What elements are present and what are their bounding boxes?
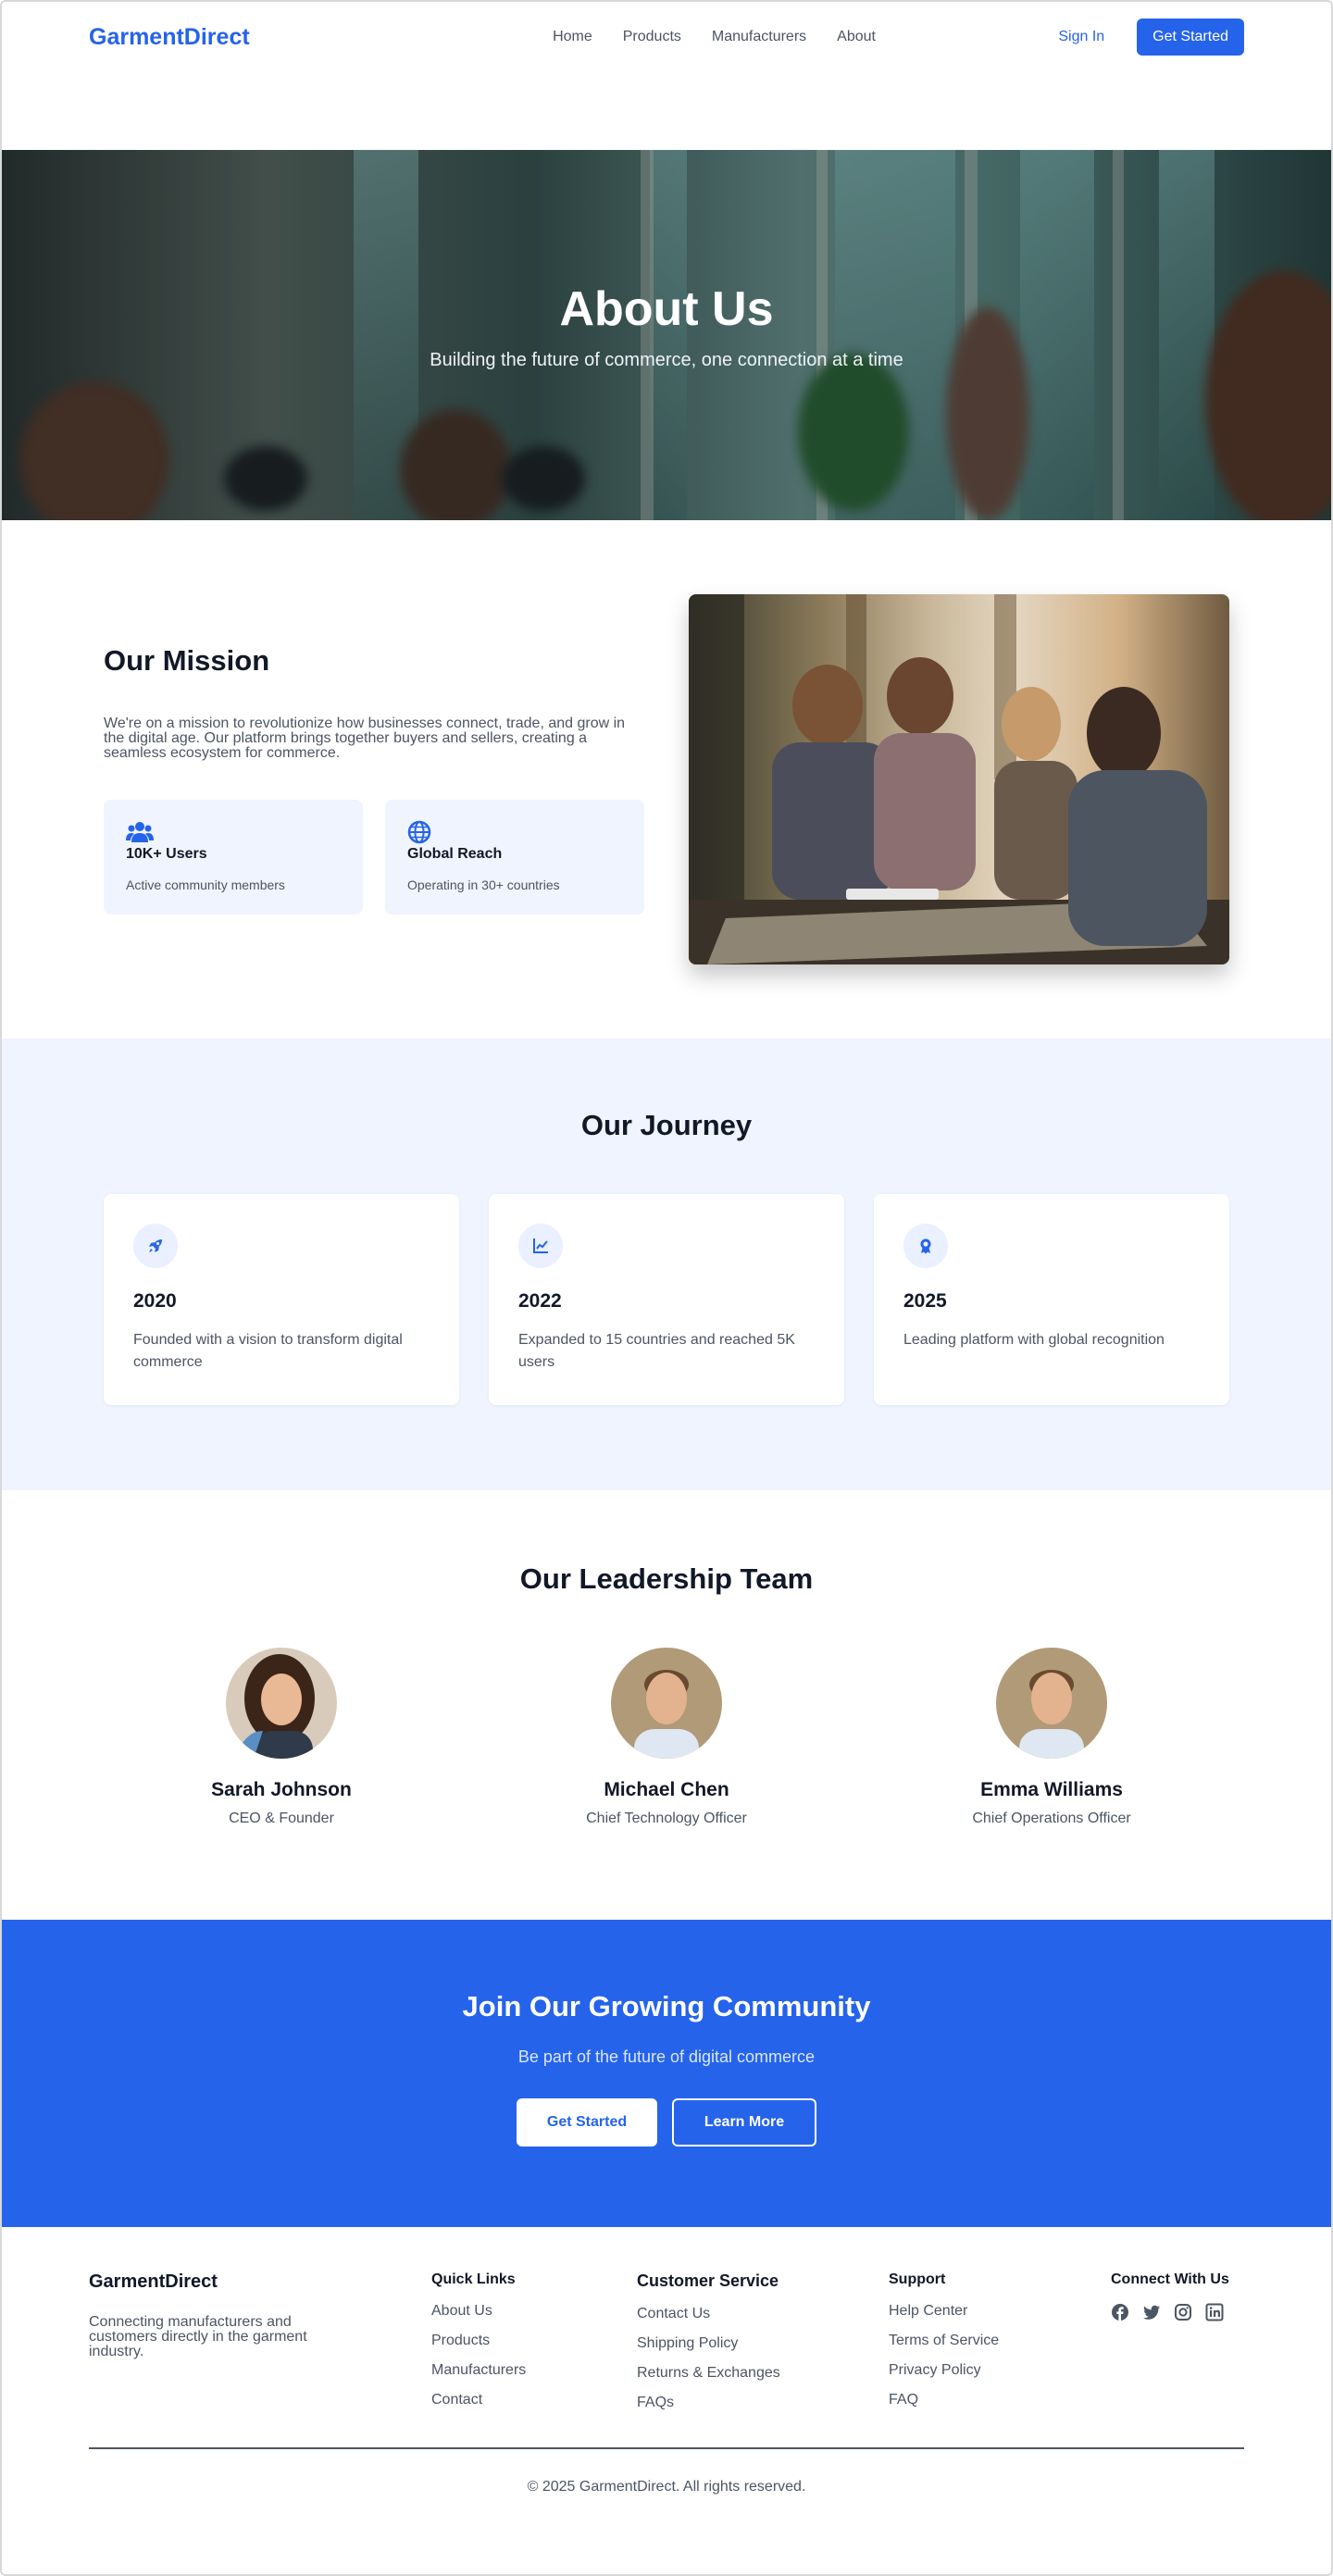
footer-link-privacy[interactable]: Privacy Policy (889, 2362, 1111, 2378)
journey-title: Our Journey (580, 1109, 753, 1141)
footer-heading: Quick Links (431, 2271, 516, 2287)
journey-year: 2025 (903, 1290, 947, 1312)
journey-description: Founded with a vision to transform digit… (133, 1332, 403, 1370)
users-icon (126, 822, 154, 842)
footer-divider (89, 2447, 1244, 2449)
journey-card: 2020 Founded with a vision to transform … (104, 1194, 459, 1405)
nav-link-about[interactable]: About (837, 29, 876, 45)
nav-actions: Sign In Get Started (1058, 19, 1244, 56)
twitter-icon[interactable] (1142, 2303, 1161, 2321)
nav-link-products[interactable]: Products (623, 29, 681, 45)
footer-link-faq[interactable]: FAQ (889, 2392, 1111, 2408)
stat-title: Global Reach (407, 846, 503, 862)
avatar (611, 1648, 722, 1759)
globe-icon (407, 820, 431, 844)
sign-in-link[interactable]: Sign In (1058, 29, 1104, 45)
social-links (1111, 2303, 1244, 2321)
footer-link-manufacturers[interactable]: Manufacturers (431, 2362, 637, 2378)
leadership-title: Our Leadership Team (519, 1562, 814, 1595)
top-navbar: GarmentDirect Home Products Manufacturer… (2, 2, 1331, 150)
hero-content: About Us Building the future of commerce… (2, 150, 1331, 520)
footer-brand: GarmentDirect Connecting manufacturers a… (89, 2271, 431, 2447)
footer-link-contact[interactable]: Contact (431, 2392, 637, 2408)
journey-section: Our Journey 2020 Founded with a vision t… (2, 1039, 1331, 1490)
footer-link-contact-us[interactable]: Contact Us (637, 2306, 889, 2321)
team-member-card: Emma Williams Chief Operations Officer (913, 1648, 1190, 1827)
mission-title: Our Mission (104, 644, 270, 677)
hero-banner: About Us Building the future of commerce… (2, 150, 1331, 520)
mission-content: Our Mission We're on a mission to revolu… (104, 644, 644, 915)
hero-subtitle: Building the future of commerce, one con… (430, 349, 903, 370)
member-role: CEO & Founder (229, 1811, 334, 1826)
footer-link-faqs[interactable]: FAQs (637, 2395, 889, 2410)
nav-link-home[interactable]: Home (553, 29, 592, 45)
leadership-section: Our Leadership Team Sarah Johnson CEO & … (2, 1490, 1331, 1920)
cta-subtitle: Be part of the future of digital commerc… (517, 2047, 816, 2066)
instagram-icon[interactable] (1174, 2303, 1192, 2321)
journey-timeline: 2020 Founded with a vision to transform … (104, 1194, 1229, 1405)
mission-section: Our Mission We're on a mission to revolu… (2, 520, 1331, 1039)
team-meeting-illustration (689, 594, 1229, 964)
nav-link-manufacturers[interactable]: Manufacturers (712, 29, 806, 45)
member-role: Chief Technology Officer (586, 1811, 747, 1826)
cta-get-started-button[interactable]: Get Started (517, 2098, 657, 2147)
stat-subtitle: Operating in 30+ countries (407, 877, 560, 892)
cta-banner: Join Our Growing Community Be part of th… (2, 1920, 1331, 2227)
footer-link-shipping-policy[interactable]: Shipping Policy (637, 2335, 889, 2351)
footer-link-help-center[interactable]: Help Center (889, 2303, 1111, 2319)
stat-subtitle: Active community members (126, 877, 285, 892)
footer-connect: Connect With Us (1111, 2271, 1244, 2447)
facebook-icon[interactable] (1111, 2303, 1129, 2321)
footer-heading: Connect With Us (1111, 2271, 1229, 2287)
cta-learn-more-button[interactable]: Learn More (672, 2098, 816, 2147)
footer-quick-links: Quick Links About Us Products Manufactur… (431, 2271, 637, 2447)
footer-link-about-us[interactable]: About Us (431, 2303, 637, 2319)
footer-support: Support Help Center Terms of Service Pri… (889, 2271, 1111, 2447)
journey-card: 2025 Leading platform with global recogn… (874, 1194, 1229, 1405)
footer-heading: Customer Service (637, 2271, 779, 2290)
journey-year: 2022 (518, 1290, 562, 1312)
footer-link-products[interactable]: Products (431, 2333, 637, 2348)
avatar (996, 1648, 1107, 1759)
chart-line-icon (518, 1224, 563, 1268)
rocket-icon (133, 1224, 178, 1268)
mission-description: We're on a mission to revolutionize how … (104, 716, 626, 761)
journey-card: 2022 Expanded to 15 countries and reache… (489, 1194, 844, 1405)
cta-buttons: Get Started Learn More (2, 2098, 1331, 2147)
mission-stats: 10K+ Users Active community members Glob… (104, 800, 644, 915)
stat-title: 10K+ Users (126, 846, 207, 862)
page: GarmentDirect Home Products Manufacturer… (0, 0, 1333, 2576)
footer-link-returns[interactable]: Returns & Exchanges (637, 2365, 889, 2381)
linkedin-icon[interactable] (1205, 2303, 1224, 2321)
team-members: Sarah Johnson CEO & Founder Michael Chen… (89, 1648, 1244, 1827)
member-name: Emma Williams (980, 1779, 1123, 1800)
avatar (226, 1648, 337, 1759)
main-nav: Home Products Manufacturers About (553, 29, 876, 45)
footer-customer-service: Customer Service Contact Us Shipping Pol… (637, 2271, 889, 2447)
team-member-card: Michael Chen Chief Technology Officer (528, 1648, 805, 1827)
member-name: Sarah Johnson (211, 1779, 352, 1800)
footer-logo[interactable]: GarmentDirect (89, 2271, 431, 2293)
member-role: Chief Operations Officer (972, 1811, 1131, 1826)
cta-title: Join Our Growing Community (462, 1990, 871, 2022)
award-icon (903, 1224, 948, 1268)
stat-card-global: Global Reach Operating in 30+ countries (385, 800, 644, 915)
footer-description: Connecting manufacturers and customers d… (89, 2314, 307, 2359)
page-title: About Us (559, 281, 774, 336)
team-meeting-photo (689, 594, 1229, 964)
member-name: Michael Chen (604, 1779, 729, 1800)
copyright-text: © 2025 GarmentDirect. All rights reserve… (527, 2479, 806, 2495)
journey-description: Leading platform with global recognition (903, 1332, 1165, 1348)
stat-card-users: 10K+ Users Active community members (104, 800, 363, 915)
footer-link-terms[interactable]: Terms of Service (889, 2333, 1111, 2348)
brand-logo[interactable]: GarmentDirect (89, 24, 250, 51)
footer: GarmentDirect Connecting manufacturers a… (2, 2227, 1331, 2495)
journey-description: Expanded to 15 countries and reached 5K … (518, 1332, 795, 1370)
footer-heading: Support (889, 2271, 946, 2287)
get-started-button[interactable]: Get Started (1137, 19, 1244, 56)
team-member-card: Sarah Johnson CEO & Founder (143, 1648, 420, 1827)
journey-year: 2020 (133, 1290, 177, 1312)
